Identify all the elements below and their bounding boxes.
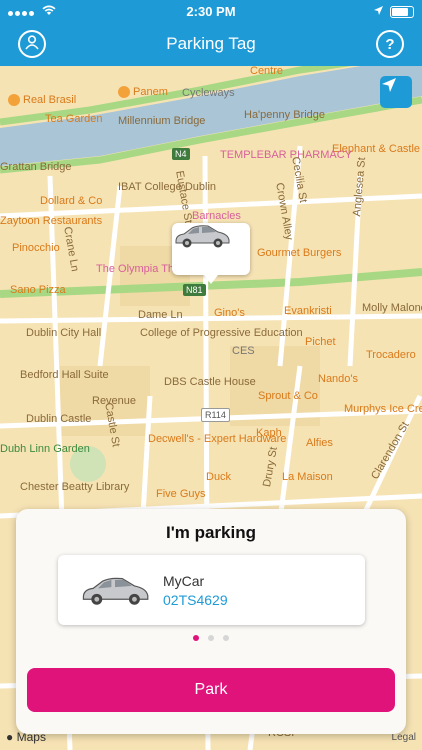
map-label: Real Brasil xyxy=(8,94,76,106)
map-label: Alfies xyxy=(306,437,333,449)
locate-me-button[interactable] xyxy=(380,76,412,108)
restaurant-icon xyxy=(8,94,20,106)
map-label: Gourmet Burgers xyxy=(257,247,342,259)
car-icon xyxy=(76,575,154,614)
status-right xyxy=(373,4,414,19)
map-label: Gino's xyxy=(214,307,245,319)
map-label: CES xyxy=(232,345,255,357)
map-label: Tea Garden xyxy=(45,113,103,125)
map-label: Centre xyxy=(250,66,284,77)
sheet-title: I'm parking xyxy=(165,523,256,542)
map-label: Cycleways xyxy=(182,87,235,99)
map-label: Decwell's - Expert Hardware xyxy=(148,433,287,445)
pager-dot[interactable] xyxy=(208,635,214,641)
status-bar: 2:30 PM xyxy=(0,0,422,22)
map-label: DBS Castle House xyxy=(164,376,256,388)
map-label: Sano Pizza xyxy=(10,284,66,296)
apple-logo-icon: ● xyxy=(6,730,14,744)
road-sign-n4: N4 xyxy=(172,148,190,160)
navigation-bar: Parking Tag ? xyxy=(0,22,422,66)
restaurant-icon xyxy=(118,86,130,98)
map-label: Dublin Castle xyxy=(26,413,92,425)
help-button[interactable]: ? xyxy=(376,30,404,58)
map-label: Zaytoon Restaurants xyxy=(0,215,103,227)
map-label: Trocadero xyxy=(366,349,416,361)
help-icon: ? xyxy=(385,35,395,53)
map-label: Chester Beatty Library xyxy=(20,481,130,493)
map-label: Dublin City Hall xyxy=(26,327,102,339)
pager-dot[interactable] xyxy=(223,635,229,641)
car-location-pin[interactable] xyxy=(172,223,250,284)
map-label: Five Guys xyxy=(156,488,206,500)
map-label: Evankristi xyxy=(284,305,332,317)
street-label: Dame Ln xyxy=(138,309,183,321)
vehicle-pager xyxy=(16,635,406,641)
vehicle-card[interactable]: MyCar 02TS4629 xyxy=(58,555,365,625)
park-button[interactable]: Park xyxy=(27,668,395,712)
status-time: 2:30 PM xyxy=(186,4,236,19)
battery-icon xyxy=(390,5,414,18)
map-label: Sprout & Co xyxy=(258,390,318,402)
map-label: Nando's xyxy=(318,373,359,385)
pager-dot[interactable] xyxy=(193,635,199,641)
map-label: Ha'penny Bridge xyxy=(244,109,325,121)
map-label: Bedford Hall Suite xyxy=(20,369,109,381)
vehicle-name: MyCar xyxy=(163,573,205,589)
map-label: The Olympia Theatre xyxy=(96,263,200,275)
road-sign-r114: R114 xyxy=(201,408,230,422)
map-label: Dubh Linn Garden xyxy=(0,443,90,455)
map-label: Panem xyxy=(118,86,168,98)
map-label: Dollard & Co xyxy=(40,195,103,207)
map-label: Pichet xyxy=(305,336,336,348)
map-label: Molly Malone Statue xyxy=(362,302,422,314)
location-arrow-icon xyxy=(373,4,384,19)
page-title: Parking Tag xyxy=(166,34,256,53)
map-label: La Maison xyxy=(282,471,333,483)
map-label: College of Progressive Education xyxy=(140,327,303,340)
map-label: Grattan Bridge xyxy=(0,161,72,173)
map-label: Barnacles xyxy=(192,210,241,222)
road-sign-n81: N81 xyxy=(183,284,206,296)
map-label: Millennium Bridge xyxy=(118,115,206,127)
map-label: Murphys Ice Cream xyxy=(344,403,422,415)
map-label: Pinocchio xyxy=(12,242,60,254)
parking-sheet: I'm parking MyCar 02TS4629 Park xyxy=(16,509,406,734)
map-label: Duck xyxy=(206,471,232,483)
vehicle-plate: 02TS4629 xyxy=(163,592,228,608)
